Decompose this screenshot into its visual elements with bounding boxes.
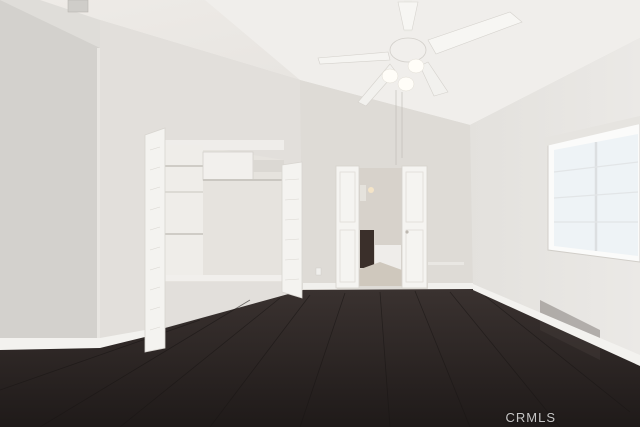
left-wall [0,0,100,345]
watermark-text: CRMLS [505,410,556,425]
room-illustration [0,0,640,427]
baseboard-left [0,338,100,350]
closet-shelf [165,145,203,277]
bedroom-photo: CRMLS [0,0,640,427]
air-vent [67,0,89,13]
closet-door-right[interactable] [281,161,303,299]
closet-door-left[interactable] [144,127,166,353]
bathroom-door-left[interactable] [335,165,360,289]
